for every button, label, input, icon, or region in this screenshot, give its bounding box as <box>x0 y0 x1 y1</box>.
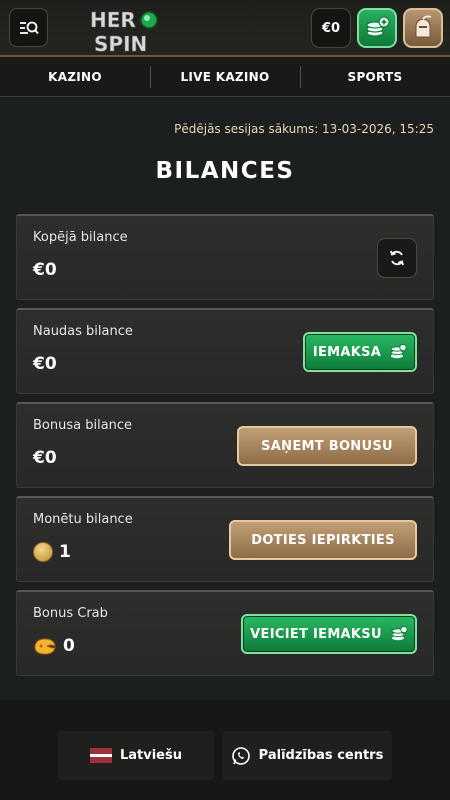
make-deposit-button[interactable]: VEICIET IEMAKSU <box>241 614 417 654</box>
coin-icon <box>33 542 53 562</box>
coins-plus-icon <box>366 16 390 37</box>
total-balance-card: Kopējā bilance €0 <box>16 214 434 300</box>
language-label: Latviešu <box>119 748 182 763</box>
bonus-crab-card: Bonus Crab 0 VEICIET IEMAKSU <box>16 590 434 676</box>
refresh-balance-button[interactable] <box>377 238 417 278</box>
make-deposit-button-label: VEICIET IEMAKSU <box>250 626 382 642</box>
coin-balance-value: 1 <box>59 542 71 562</box>
profile-button[interactable] <box>403 8 443 48</box>
refresh-icon <box>390 250 404 266</box>
cash-balance-value: €0 <box>33 354 57 374</box>
nav-kazino[interactable]: KAZINO <box>0 57 150 96</box>
last-session-info: Pēdējās sesijas sākums: 13-03-2026, 15:2… <box>174 122 434 136</box>
bonus-crab-label: Bonus Crab <box>33 606 108 621</box>
hero-spin-logo[interactable]: HER SPIN <box>88 6 168 56</box>
main-nav: KAZINO LIVE KAZINO SPORTS <box>0 57 450 97</box>
nav-sports[interactable]: SPORTS <box>300 57 450 96</box>
cash-balance-label: Naudas bilance <box>33 324 133 339</box>
deposit-button[interactable]: IEMAKSA <box>303 332 417 372</box>
crab-claw-icon <box>34 638 56 655</box>
top-header: HER SPIN €0 <box>0 0 450 57</box>
latvia-flag-icon <box>89 748 112 763</box>
total-balance-value: €0 <box>33 260 57 280</box>
bonus-balance-value: €0 <box>33 448 57 468</box>
coins-icon <box>390 344 407 359</box>
whatsapp-chat-icon <box>231 746 250 765</box>
page-title: BILANCES <box>155 158 295 184</box>
get-bonus-button[interactable]: SAŅEMT BONUSU <box>237 426 417 466</box>
bonus-balance-card: Bonusa bilance €0 SAŅEMT BONUSU <box>16 402 434 488</box>
coins-icon <box>391 626 408 641</box>
coin-balance-label: Monētu bilance <box>33 512 133 527</box>
svg-text:SPIN: SPIN <box>94 32 147 54</box>
bonus-balance-label: Bonusa bilance <box>33 418 133 433</box>
nav-live-kazino[interactable]: LIVE KAZINO <box>150 57 300 96</box>
wallet-balance-label: €0 <box>321 20 341 36</box>
get-bonus-button-label: SAŅEMT BONUSU <box>261 438 393 454</box>
help-center-button[interactable]: Palīdzības centrs <box>222 731 392 780</box>
coin-balance-card: Monētu bilance 1 DOTIES IEPIRKTIES <box>16 496 434 582</box>
svg-text:HER: HER <box>90 8 136 32</box>
header-deposit-button[interactable] <box>357 8 397 48</box>
total-balance-label: Kopējā bilance <box>33 230 128 245</box>
cash-balance-card: Naudas bilance €0 IEMAKSA <box>16 308 434 394</box>
knight-helmet-icon <box>415 15 432 38</box>
help-center-label: Palīdzības centrs <box>258 748 384 763</box>
deposit-button-label: IEMAKSA <box>312 344 382 360</box>
bonus-crab-value: 0 <box>63 636 75 656</box>
go-shopping-button[interactable]: DOTIES IEPIRKTIES <box>229 520 417 560</box>
menu-search-button[interactable] <box>9 8 48 47</box>
menu-search-icon <box>19 21 39 34</box>
language-selector[interactable]: Latviešu <box>58 731 214 780</box>
go-shopping-button-label: DOTIES IEPIRKTIES <box>251 532 395 548</box>
wallet-balance-button[interactable]: €0 <box>311 8 351 48</box>
